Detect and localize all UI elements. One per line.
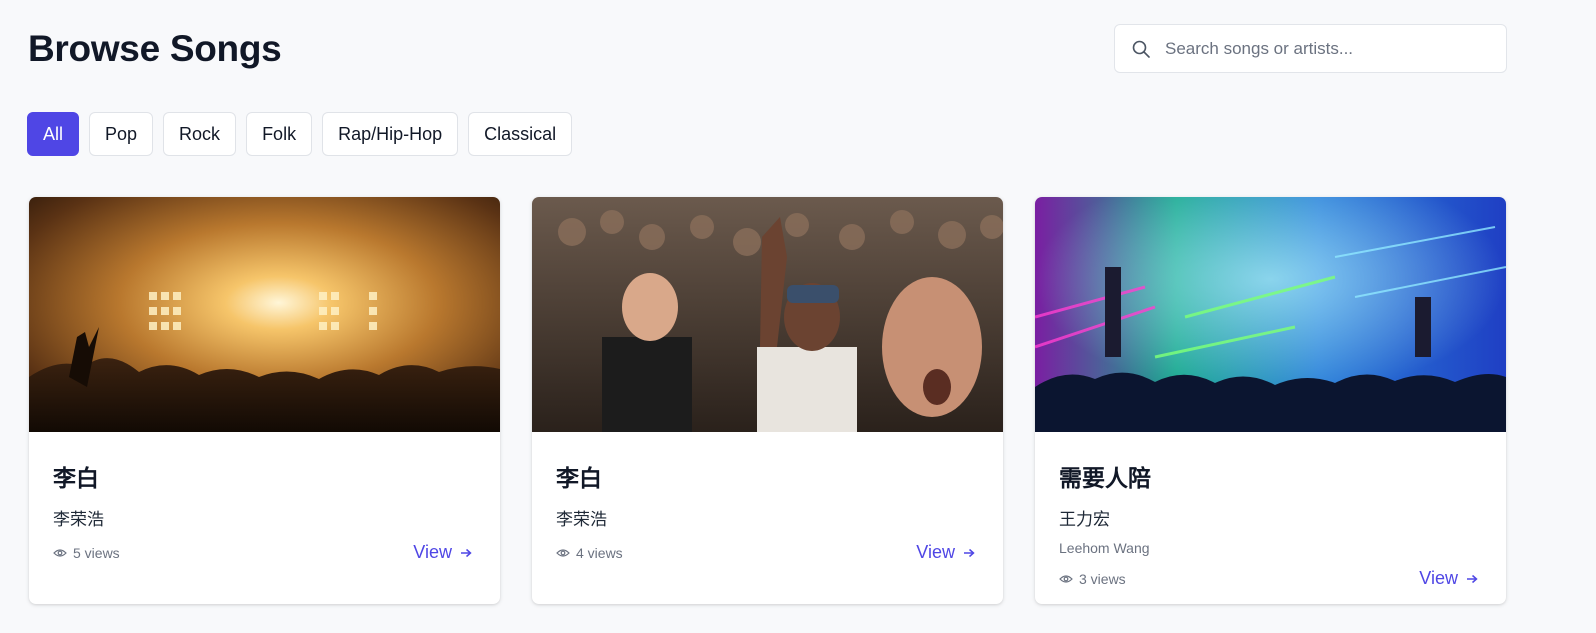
song-title: 李白 [556,465,602,491]
filter-folk[interactable]: Folk [246,112,313,156]
view-link-label: View [1419,568,1458,588]
song-cover-image [29,197,500,432]
view-count-label: 5 views [73,544,120,561]
search-input[interactable] [1165,38,1485,59]
view-count: 3 views [1059,571,1126,587]
filter-rap-hip-hop[interactable]: Rap/Hip-Hop [322,112,459,156]
song-cover-image [1035,197,1506,432]
view-count-label: 3 views [1079,570,1126,587]
song-grid: 李白 李荣浩 5 views View 李白 李荣浩 4 views View … [29,197,1506,604]
song-artist: 王力宏 [1059,510,1110,529]
filter-classical[interactable]: Classical [468,112,573,156]
song-title: 需要人陪 [1059,465,1151,491]
song-title: 李白 [53,465,99,491]
song-artist: 李荣浩 [53,510,104,529]
eye-icon [1059,573,1075,585]
view-link-label: View [916,542,955,562]
browse-songs-page: Browse Songs All Pop Rock Folk Rap/Hip-H… [0,0,1596,633]
song-card[interactable]: 李白 李荣浩 4 views View [532,197,1003,604]
filter-rock[interactable]: Rock [163,112,237,156]
song-artist: 李荣浩 [556,510,607,529]
song-cover-image [532,197,1003,432]
search-box[interactable] [1114,24,1507,73]
search-icon [1131,39,1151,59]
song-card[interactable]: 需要人陪 王力宏 Leehom Wang 3 views View [1035,197,1506,604]
view-song-link[interactable]: View [1419,568,1478,589]
song-card[interactable]: 李白 李荣浩 5 views View [29,197,500,604]
view-song-link[interactable]: View [916,542,975,563]
view-song-link[interactable]: View [413,542,472,563]
view-count-label: 4 views [576,544,623,561]
eye-icon [53,547,69,559]
filter-all[interactable]: All [27,112,80,156]
view-count: 4 views [556,545,623,561]
view-link-label: View [413,542,452,562]
view-count: 5 views [53,545,120,561]
arrow-right-icon [1466,574,1478,584]
filter-pop[interactable]: Pop [89,112,154,156]
arrow-right-icon [963,548,975,558]
arrow-right-icon [460,548,472,558]
genre-filters: All Pop Rock Folk Rap/Hip-Hop Classical [27,112,573,156]
page-title: Browse Songs [28,28,282,69]
eye-icon [556,547,572,559]
song-artist-english: Leehom Wang [1059,540,1150,556]
